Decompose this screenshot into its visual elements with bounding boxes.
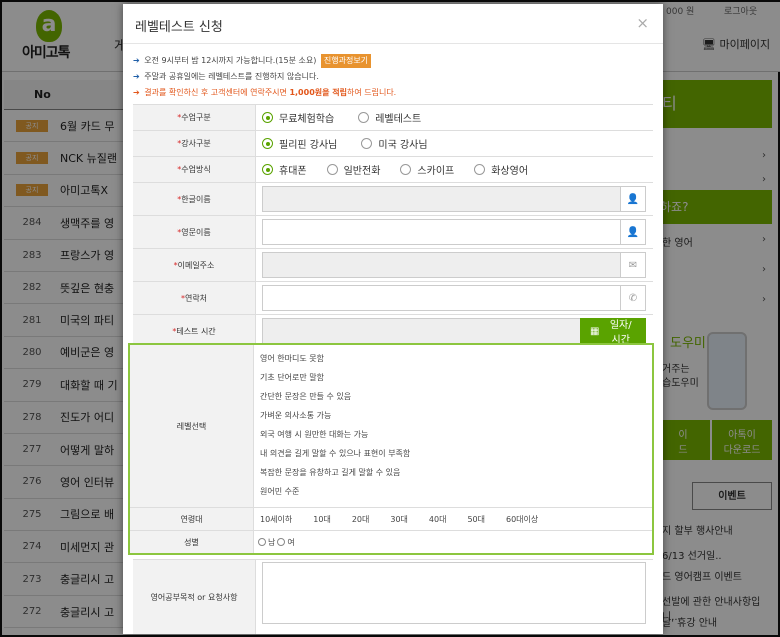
row-level: 레벨선택 영어 한마디도 못함 기초 단어로만 말함 간단한 문장은 만들 수 있음… (130, 345, 652, 508)
level-option[interactable]: 복잡한 문장을 유창하고 길게 말할 수 있음 (260, 463, 646, 482)
row-purpose: 영어공부목적 or 요청사항 (133, 559, 653, 634)
level-option[interactable]: 원어민 수준 (260, 482, 646, 501)
purpose-textarea[interactable] (262, 562, 646, 624)
age-option[interactable]: 60대이상 (506, 514, 538, 525)
age-option[interactable]: 50대 (467, 514, 485, 525)
age-option[interactable]: 20대 (352, 514, 370, 525)
label-level: 레벨선택 (130, 345, 254, 507)
notice-hours: ➔ 오전 9시부터 밤 12시까지 가능합니다.(15분 소요) 진행과정보기 (133, 53, 663, 69)
email-input[interactable] (263, 253, 620, 277)
label-teacher: * 강사구분 (133, 131, 256, 156)
user-icon: 👤 (620, 187, 645, 211)
age-list: 10세이하 10대 20대 30대 40대 50대 60대이상 (260, 508, 646, 530)
notice-weekend-text: 주말과 공휴일에는 레벨테스트를 진행하지 않습니다. (144, 72, 319, 81)
notice-hours-text: 오전 9시부터 밤 12시까지 가능합니다.(15분 소요) (144, 56, 317, 65)
close-icon[interactable]: × (636, 14, 649, 32)
level-option[interactable]: 영어 한마디도 못함 (260, 349, 646, 368)
label-english-name: * 영문이름 (133, 216, 256, 248)
radio-level-test[interactable]: 레벨테스트 (358, 110, 421, 125)
row-english-name: * 영문이름 👤 (133, 215, 653, 248)
level-list: 영어 한마디도 못함 기초 단어로만 말함 간단한 문장은 만들 수 있음 가벼운 의… (254, 345, 652, 507)
phone-input[interactable] (263, 286, 620, 310)
row-gender: 성별 남 여 (130, 531, 652, 553)
arrow-right-icon: ➔ (133, 88, 140, 97)
notice-reward-strong: 1,000원을 적립 (289, 88, 347, 97)
row-teacher: * 강사구분 필리핀 강사님 미국 강사님 (133, 130, 653, 156)
envelope-icon: ✉ (620, 253, 645, 277)
level-option[interactable]: 가벼운 의사소통 가능 (260, 406, 646, 425)
level-option[interactable]: 간단한 문장은 만들 수 있음 (260, 387, 646, 406)
level-option[interactable]: 기초 단어로만 말함 (260, 368, 646, 387)
date-time-button-label: 일자/시간 (609, 320, 632, 346)
phone-icon: ✆ (620, 286, 645, 310)
level-test-form: * 수업구분 무료체험학습 레벨테스트 * 강사구분 필리핀 강사님 미국 강사님 … (133, 104, 653, 347)
row-age: 연령대 10세이하 10대 20대 30대 40대 50대 60대이상 (130, 508, 652, 531)
modal-header: 레벨테스트 신청 × (123, 4, 663, 44)
level-option[interactable]: 외국 여행 시 원만한 대화는 가능 (260, 425, 646, 444)
radio-free-trial[interactable]: 무료체험학습 (262, 110, 334, 125)
process-view-button[interactable]: 진행과정보기 (320, 53, 372, 68)
radio-video[interactable]: 화상영어 (474, 162, 528, 177)
age-option[interactable]: 30대 (390, 514, 408, 525)
label-gender: 성별 (130, 531, 254, 553)
date-time-button[interactable]: ▦ 일자/시간 (579, 318, 646, 346)
radio-male[interactable]: 남 (258, 537, 275, 548)
radio-us-teacher[interactable]: 미국 강사님 (361, 136, 428, 151)
notice-reward: ➔ 결과를 확인하신 후 고객센터에 연락주시면 1,000원을 적립하여 드립… (133, 85, 663, 101)
english-name-input[interactable] (263, 220, 620, 244)
level-selection-highlight: 레벨선택 영어 한마디도 못함 기초 단어로만 말함 간단한 문장은 만들 수 있음… (128, 343, 654, 555)
row-korean-name: * 한글이름 👤 (133, 182, 653, 215)
arrow-right-icon: ➔ (133, 56, 140, 65)
user-icon: 👤 (620, 220, 645, 244)
label-purpose: 영어공부목적 or 요청사항 (133, 560, 256, 634)
test-time-input[interactable] (263, 319, 580, 343)
label-email: * 이메일주소 (133, 249, 256, 281)
row-method: * 수업방식 휴대폰 일반전화 스카이프 화상영어 (133, 156, 653, 182)
row-class-type: * 수업구분 무료체험학습 레벨테스트 (133, 104, 653, 130)
notice-weekend: ➔ 주말과 공휴일에는 레벨테스트를 진행하지 않습니다. (133, 69, 663, 85)
modal-title: 레벨테스트 신청 (135, 20, 223, 35)
label-age: 연령대 (130, 508, 254, 530)
notice-reward-text-before: 결과를 확인하신 후 고객센터에 연락주시면 (144, 88, 290, 97)
label-method: * 수업방식 (133, 157, 256, 182)
notice-reward-text-after: 하여 드립니다. (346, 88, 397, 97)
korean-name-input[interactable] (263, 187, 620, 211)
age-option[interactable]: 10세이하 (260, 514, 292, 525)
label-class-type: * 수업구분 (133, 105, 256, 130)
level-option[interactable]: 내 의견을 길게 말할 수 있으나 표현이 부족함 (260, 444, 646, 463)
row-phone: * 연락처 ✆ (133, 281, 653, 314)
radio-landline[interactable]: 일반전화 (326, 162, 380, 177)
row-email: * 이메일주소 ✉ (133, 248, 653, 281)
age-option[interactable]: 40대 (429, 514, 447, 525)
arrow-right-icon: ➔ (133, 72, 140, 81)
radio-skype[interactable]: 스카이프 (400, 162, 454, 177)
label-korean-name: * 한글이름 (133, 183, 256, 215)
radio-mobile[interactable]: 휴대폰 (262, 162, 307, 177)
label-phone: * 연락처 (133, 282, 256, 314)
notice-list: ➔ 오전 9시부터 밤 12시까지 가능합니다.(15분 소요) 진행과정보기 … (123, 44, 663, 101)
radio-philippine-teacher[interactable]: 필리핀 강사님 (262, 136, 337, 151)
age-option[interactable]: 10대 (313, 514, 331, 525)
radio-female[interactable]: 여 (277, 537, 295, 548)
calendar-icon: ▦ (589, 325, 600, 337)
